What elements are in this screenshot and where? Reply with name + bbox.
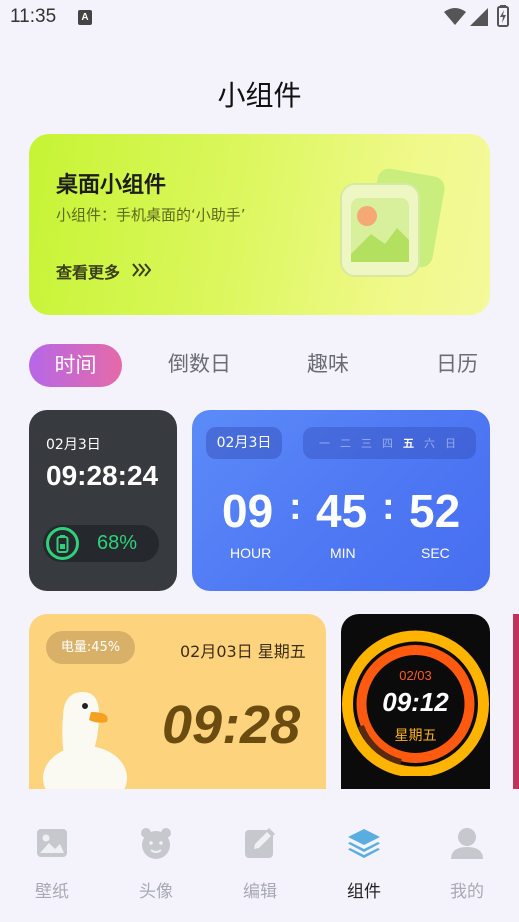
widget-date: 02月3日 (206, 427, 282, 459)
weekday-label: 二 (340, 437, 351, 450)
widget-date: 02月03日 星期五 (180, 642, 306, 661)
nav-avatar[interactable]: 头像 (104, 789, 208, 922)
nav-label-active: 组件 (347, 882, 381, 902)
weekday-strip: 一 二 三 四 五 六 日 (303, 427, 476, 459)
hour-label: HOUR (230, 545, 272, 561)
tab-time[interactable]: 时间 (29, 344, 122, 387)
battery-icon (497, 5, 509, 27)
notification-icon: A (78, 10, 92, 25)
widget-time: 09:28 (162, 695, 301, 755)
layers-icon (348, 829, 380, 858)
minutes-value: 45 (316, 485, 368, 537)
sec-label: SEC (421, 545, 450, 561)
battery-icon (56, 535, 69, 553)
nav-mine[interactable]: 我的 (415, 789, 519, 922)
hours-value: 09 (222, 485, 274, 537)
battery-pill: 68% (43, 525, 159, 562)
nav-label: 编辑 (243, 882, 277, 902)
banner-subtitle: 小组件：手机桌面的‘小助手’ (56, 206, 246, 224)
widget-dark-clock[interactable]: 02月3日 09:28:24 68% (29, 410, 177, 591)
status-time: 11:35 (10, 6, 57, 27)
edit-icon (245, 827, 276, 858)
status-bar: 11:35 A (0, 0, 519, 34)
weekday-label: 日 (445, 437, 456, 450)
battery-percent: 68% (97, 532, 138, 554)
nav-edit[interactable]: 编辑 (208, 789, 312, 922)
gallery-illustration-icon (340, 168, 445, 277)
widget-time: 09:28:24 (46, 460, 159, 491)
nav-wallpaper[interactable]: 壁纸 (0, 789, 104, 922)
chevrons-right-icon (132, 263, 151, 277)
banner-title: 桌面小组件 (56, 173, 167, 198)
widget-blue-clock[interactable]: 02月3日 一 二 三 四 五 六 日 09 : 45 : 52 HOUR MI… (192, 410, 490, 591)
widget-weekday: 星期五 (394, 728, 437, 744)
nav-label: 头像 (139, 882, 173, 902)
battery-pill: 电量:45% (46, 631, 135, 664)
weekday-label: 一 (319, 437, 330, 450)
bear-face-icon (141, 828, 171, 859)
time-separator: : (382, 486, 395, 528)
widget-banner[interactable]: 桌面小组件 小组件：手机桌面的‘小助手’ 查看更多 (29, 134, 490, 315)
min-label: MIN (330, 545, 356, 561)
image-icon (37, 829, 67, 857)
nav-label: 壁纸 (35, 882, 69, 902)
tab-countdown[interactable]: 倒数日 (168, 348, 231, 378)
tab-calendar[interactable]: 日历 (436, 348, 478, 378)
time-separator: : (289, 486, 302, 528)
weekday-label: 六 (424, 437, 435, 450)
seconds-value: 52 (409, 485, 461, 537)
user-icon (451, 828, 483, 859)
widget-ring-clock[interactable]: 02/03 09:12 星期五 (341, 614, 490, 789)
widget-date: 02月3日 (46, 437, 101, 453)
view-more-link[interactable]: 查看更多 (56, 259, 120, 283)
wifi-icon (444, 8, 466, 25)
duck-illustration-icon (43, 692, 127, 789)
page-title: 小组件 (217, 79, 302, 112)
weekday-label: 四 (382, 437, 393, 450)
weekday-label-active: 五 (403, 437, 414, 450)
bottom-nav: 壁纸 头像 编辑 组件 我的 (0, 789, 519, 922)
nav-label: 我的 (450, 882, 484, 902)
widget-duck-clock[interactable]: 电量:45% 02月03日 星期五 09:28 (29, 614, 326, 789)
weekday-label: 三 (361, 437, 372, 450)
nav-widgets[interactable]: 组件 (312, 789, 416, 922)
widget-date: 02/03 (399, 668, 432, 683)
next-widget-peek (513, 614, 519, 789)
widget-time: 09:12 (382, 687, 449, 717)
tab-fun[interactable]: 趣味 (307, 348, 349, 378)
signal-icon (470, 8, 488, 26)
